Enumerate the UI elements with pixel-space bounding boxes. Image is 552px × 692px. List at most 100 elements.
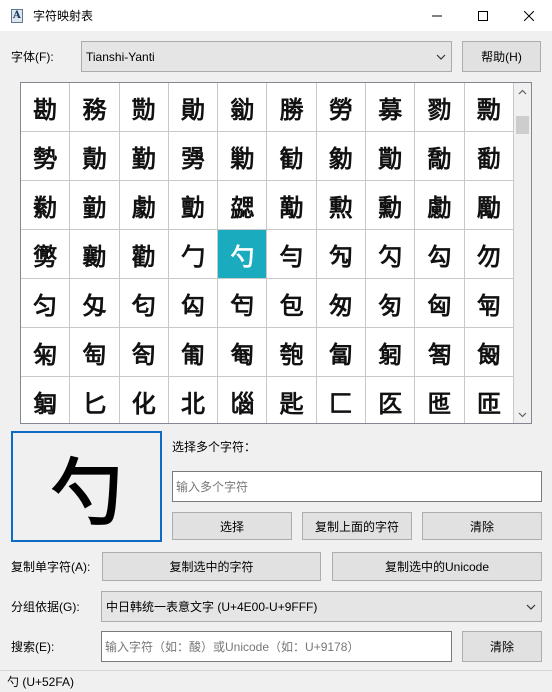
char-cell[interactable]: 勘 <box>21 83 71 132</box>
grid-scrollbar[interactable] <box>514 83 531 423</box>
char-cell[interactable]: 匍 <box>168 328 219 377</box>
char-cell[interactable]: 勽 <box>366 230 416 279</box>
char-cell[interactable]: 勚 <box>119 83 169 132</box>
char-cell[interactable]: 勮 <box>119 181 169 230</box>
char-cell[interactable]: 匊 <box>21 328 71 377</box>
multi-char-input[interactable]: 输入多个字符 <box>172 471 542 502</box>
chevron-down-icon <box>436 54 446 60</box>
copy-char-button[interactable]: 复制选中的字符 <box>102 552 321 581</box>
char-cell[interactable]: 勦 <box>218 132 268 181</box>
char-cell[interactable]: 勿 <box>464 230 514 279</box>
char-cell[interactable]: 匑 <box>366 328 416 377</box>
char-cell[interactable]: 勹 <box>168 230 219 279</box>
status-bar: 勺 (U+52FA) <box>0 670 552 692</box>
close-icon <box>524 10 534 21</box>
char-cell[interactable]: 勯 <box>168 181 219 230</box>
char-cell[interactable]: 匔 <box>21 377 71 423</box>
copy-above-button[interactable]: 复制上面的字符 <box>302 512 412 540</box>
char-cell[interactable]: 匒 <box>415 328 465 377</box>
char-cell[interactable]: 匋 <box>70 328 120 377</box>
group-select-value: 中日韩统一表意文字 (U+4E00-U+9FFF) <box>106 600 318 614</box>
status-text: 勺 (U+52FA) <box>7 675 75 689</box>
char-cell[interactable]: 勵 <box>464 181 514 230</box>
char-cell[interactable]: 化 <box>120 377 169 423</box>
char-cell[interactable]: 匃 <box>168 279 219 328</box>
chevron-down-icon <box>526 604 536 610</box>
char-cell[interactable]: 匂 <box>119 279 169 328</box>
char-cell[interactable]: 勺 <box>218 230 268 279</box>
scrollbar-thumb[interactable] <box>516 116 529 134</box>
char-cell[interactable]: 匁 <box>70 279 120 328</box>
char-cell[interactable]: 匛 <box>366 377 416 423</box>
char-cell[interactable]: 勧 <box>267 132 317 181</box>
char-cell[interactable]: 勢 <box>21 132 71 181</box>
char-cell[interactable]: 勝 <box>267 83 317 132</box>
search-input[interactable]: 输入字符（如：酸）或Unicode（如：U+9178） <box>101 631 452 662</box>
char-cell[interactable]: 匕 <box>70 377 120 423</box>
char-cell[interactable]: 北 <box>169 377 219 423</box>
chevron-down-icon <box>518 412 527 417</box>
char-cell[interactable]: 勳 <box>366 181 416 230</box>
char-cell[interactable]: 勥 <box>168 132 219 181</box>
char-cell[interactable]: 匜 <box>415 377 465 423</box>
char-cell[interactable]: 勬 <box>21 181 71 230</box>
char-cell[interactable]: 匏 <box>267 328 317 377</box>
close-button[interactable] <box>506 0 552 31</box>
maximize-button[interactable] <box>460 0 506 31</box>
chevron-up-icon <box>518 89 527 94</box>
char-cell[interactable]: 勶 <box>21 230 71 279</box>
search-clear-button[interactable]: 清除 <box>462 631 542 662</box>
char-cell[interactable]: 勴 <box>415 181 465 230</box>
copy-unicode-button[interactable]: 复制选中的Unicode <box>332 552 542 581</box>
char-cell[interactable]: 勞 <box>316 83 367 132</box>
char-cell[interactable]: 募 <box>366 83 416 132</box>
char-cell[interactable]: 匇 <box>366 279 416 328</box>
char-cell[interactable]: 匌 <box>119 328 169 377</box>
char-cell[interactable]: 匚 <box>317 377 367 423</box>
char-cell[interactable]: 勛 <box>168 83 219 132</box>
char-cell[interactable]: 勪 <box>415 132 465 181</box>
char-cell[interactable]: 勨 <box>316 132 367 181</box>
char-cell[interactable]: 匐 <box>316 328 367 377</box>
scroll-up-button[interactable] <box>514 83 531 100</box>
char-cell[interactable]: 勱 <box>267 181 317 230</box>
select-button[interactable]: 选择 <box>172 512 292 540</box>
char-cell[interactable]: 勭 <box>70 181 120 230</box>
font-select[interactable]: Tianshi-Yanti <box>81 41 452 72</box>
char-cell[interactable]: 勲 <box>316 181 367 230</box>
char-cell[interactable]: 匈 <box>415 279 465 328</box>
char-cell[interactable]: 勠 <box>415 83 465 132</box>
char-cell[interactable]: 勾 <box>415 230 465 279</box>
char-cell[interactable]: 匆 <box>316 279 367 328</box>
char-cell[interactable]: 匎 <box>218 328 268 377</box>
copy-single-label: 复制单字符(A): <box>11 560 91 574</box>
char-cell[interactable]: 勜 <box>218 83 268 132</box>
char-cell[interactable]: 匘 <box>218 377 268 423</box>
char-cell[interactable]: 匄 <box>218 279 268 328</box>
char-cell[interactable]: 匉 <box>464 279 514 328</box>
char-cell[interactable]: 匝 <box>465 377 514 423</box>
multi-clear-button[interactable]: 清除 <box>422 512 542 540</box>
char-cell[interactable]: 勤 <box>119 132 169 181</box>
char-cell[interactable]: 勰 <box>218 181 268 230</box>
font-select-value: Tianshi-Yanti <box>86 49 155 64</box>
character-grid-panel: 勘務勚勛勜勝勞募勠勡勢勣勤勥勦勧勨勩勪勫勬勭勮勯勰勱勲勳勴勵勶勷勸勹勺勻勼勽勾勿… <box>20 82 532 424</box>
scroll-down-button[interactable] <box>514 406 531 423</box>
char-cell[interactable]: 勣 <box>70 132 120 181</box>
char-cell[interactable]: 務 <box>70 83 120 132</box>
group-select[interactable]: 中日韩统一表意文字 (U+4E00-U+9FFF) <box>101 591 542 622</box>
char-cell[interactable]: 勸 <box>119 230 169 279</box>
char-cell[interactable]: 勷 <box>70 230 120 279</box>
char-cell[interactable]: 勩 <box>366 132 416 181</box>
char-cell[interactable]: 勫 <box>464 132 514 181</box>
char-cell[interactable]: 勻 <box>267 230 317 279</box>
minimize-button[interactable] <box>414 0 460 31</box>
char-cell[interactable]: 匀 <box>21 279 71 328</box>
title-bar: A 字符映射表 <box>0 0 552 31</box>
char-cell[interactable]: 包 <box>267 279 317 328</box>
char-cell[interactable]: 勼 <box>316 230 367 279</box>
char-cell[interactable]: 勡 <box>464 83 514 132</box>
char-cell[interactable]: 匙 <box>267 377 317 423</box>
char-cell[interactable]: 匓 <box>464 328 514 377</box>
help-button[interactable]: 帮助(H) <box>462 41 541 72</box>
